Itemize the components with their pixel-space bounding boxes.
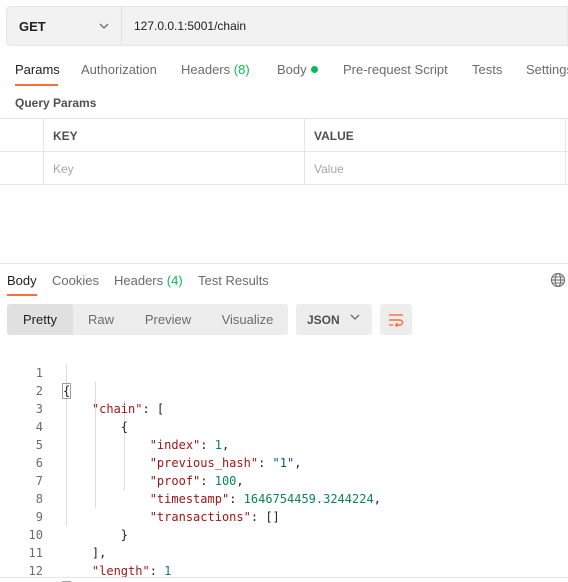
code-line: 6 "proof": 100, <box>0 436 568 488</box>
tab-authorization[interactable]: Authorization <box>81 62 157 77</box>
view-visualize[interactable]: Visualize <box>207 304 288 335</box>
code-line: 10 ], <box>0 508 568 560</box>
query-params-title: Query Params <box>15 96 97 110</box>
code-line: 11 "length": 1 <box>0 526 568 578</box>
format-label: JSON <box>307 312 340 327</box>
response-tab-headers[interactable]: Headers (4) <box>114 273 183 288</box>
table-header-row: KEY VALUE <box>0 119 568 152</box>
response-headers-count: (4) <box>166 273 183 288</box>
request-tabs: Params Authorization Headers (8) Body Pr… <box>0 56 568 86</box>
pane-divider[interactable] <box>0 263 568 264</box>
view-mode-toggle: Pretty Raw Preview Visualize <box>7 304 288 335</box>
tab-headers-label: Headers <box>181 62 231 77</box>
code-line: 7 "timestamp": 1646754459.3244224, <box>0 454 568 506</box>
headers-count: (8) <box>233 62 250 77</box>
json-key: "length" <box>91 564 150 578</box>
view-preview[interactable]: Preview <box>129 304 207 335</box>
code-line: 8 "transactions": [] <box>0 472 568 524</box>
chevron-down-icon <box>99 23 109 29</box>
body-indicator-dot <box>310 66 318 73</box>
tab-body-label: Body <box>277 62 307 77</box>
response-body-viewer[interactable]: 1 { 2 "chain": [ 3 { 4 "index": 1, 5 "pr… <box>0 346 568 582</box>
tab-tests[interactable]: Tests <box>472 62 502 77</box>
active-tab-indicator <box>15 84 58 86</box>
wrap-lines-button[interactable] <box>380 304 412 335</box>
tab-body[interactable]: Body <box>277 62 318 77</box>
table-row: Key Value <box>0 152 568 185</box>
param-key-input[interactable]: Key <box>43 152 304 185</box>
query-params-table: KEY VALUE Key Value <box>0 118 568 185</box>
chevron-down-icon <box>350 314 360 320</box>
code-line: 5 "previous_hash": "1", <box>0 418 568 470</box>
bottom-divider <box>0 577 568 578</box>
request-bar: GET 127.0.0.1:5001/chain <box>6 6 568 46</box>
code-line: 3 { <box>0 382 568 434</box>
response-tab-cookies[interactable]: Cookies <box>52 273 99 288</box>
row-checkbox-cell <box>0 152 43 185</box>
method-select[interactable]: GET <box>6 6 121 46</box>
globe-icon[interactable] <box>550 272 566 288</box>
tab-headers[interactable]: Headers (8) <box>181 62 250 77</box>
response-active-tab-indicator <box>7 294 37 296</box>
code-line: 4 "index": 1, <box>0 400 568 452</box>
code-line: 1 { <box>0 346 568 399</box>
column-header-key: KEY <box>43 119 304 152</box>
code-line: 12 } <box>0 544 568 582</box>
tab-pre-request-script[interactable]: Pre-request Script <box>343 62 448 77</box>
response-tab-headers-label: Headers <box>114 273 164 288</box>
code-line: 2 "chain": [ <box>0 364 568 416</box>
param-value-input[interactable]: Value <box>304 152 566 185</box>
code-line: 9 } <box>0 490 568 542</box>
url-input[interactable]: 127.0.0.1:5001/chain <box>121 6 568 46</box>
view-raw[interactable]: Raw <box>73 304 129 335</box>
checkbox-column <box>0 119 43 152</box>
json-number: 1 <box>164 564 172 578</box>
wrap-lines-icon <box>389 313 404 327</box>
response-tab-body[interactable]: Body <box>7 273 37 288</box>
format-select[interactable]: JSON <box>296 304 372 335</box>
view-pretty[interactable]: Pretty <box>7 304 73 335</box>
method-label: GET <box>19 18 46 34</box>
tab-params[interactable]: Params <box>15 62 60 77</box>
tab-settings[interactable]: Settings <box>526 62 568 77</box>
response-tab-test-results[interactable]: Test Results <box>198 273 269 288</box>
column-header-value: VALUE <box>304 119 566 152</box>
